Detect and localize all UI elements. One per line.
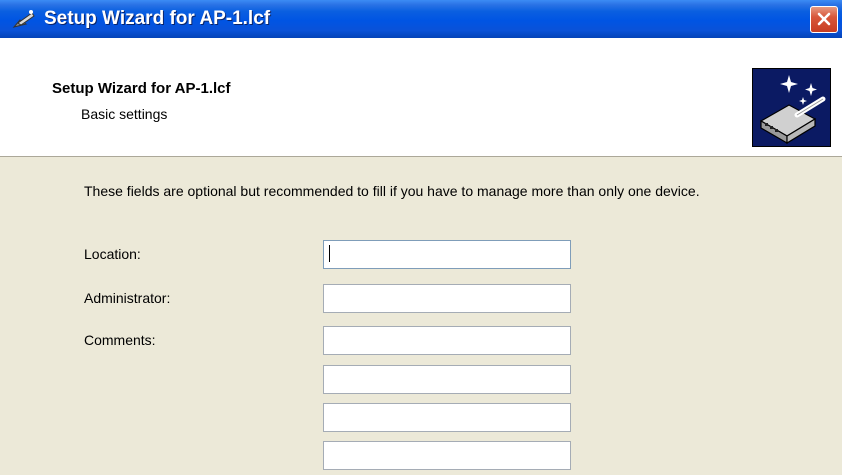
intro-text: These fields are optional but recommende… — [84, 183, 700, 199]
close-button[interactable] — [810, 6, 838, 33]
location-label: Location: — [84, 246, 141, 262]
comments-input-line-2[interactable] — [323, 365, 571, 394]
title-bar[interactable]: Setup Wizard for AP-1.lcf — [0, 0, 842, 38]
header-subtitle: Basic settings — [81, 106, 168, 122]
administrator-label: Administrator: — [84, 290, 171, 306]
comments-input-line-1[interactable] — [323, 326, 571, 355]
comments-input-line-3[interactable] — [323, 403, 571, 432]
window-title: Setup Wizard for AP-1.lcf — [44, 8, 271, 29]
access-point-wizard-icon — [752, 68, 831, 147]
wizard-wand-icon — [12, 9, 36, 29]
comments-input-line-4[interactable] — [323, 441, 571, 470]
setup-wizard-window: Setup Wizard for AP-1.lcf Setup Wizard f… — [0, 0, 842, 475]
text-caret — [329, 245, 330, 262]
location-input[interactable] — [323, 240, 571, 269]
comments-label: Comments: — [84, 332, 156, 348]
close-x-icon — [817, 12, 831, 26]
header-title: Setup Wizard for AP-1.lcf — [52, 80, 231, 97]
administrator-input[interactable] — [323, 284, 571, 313]
wizard-header: Setup Wizard for AP-1.lcf Basic settings — [0, 38, 842, 157]
